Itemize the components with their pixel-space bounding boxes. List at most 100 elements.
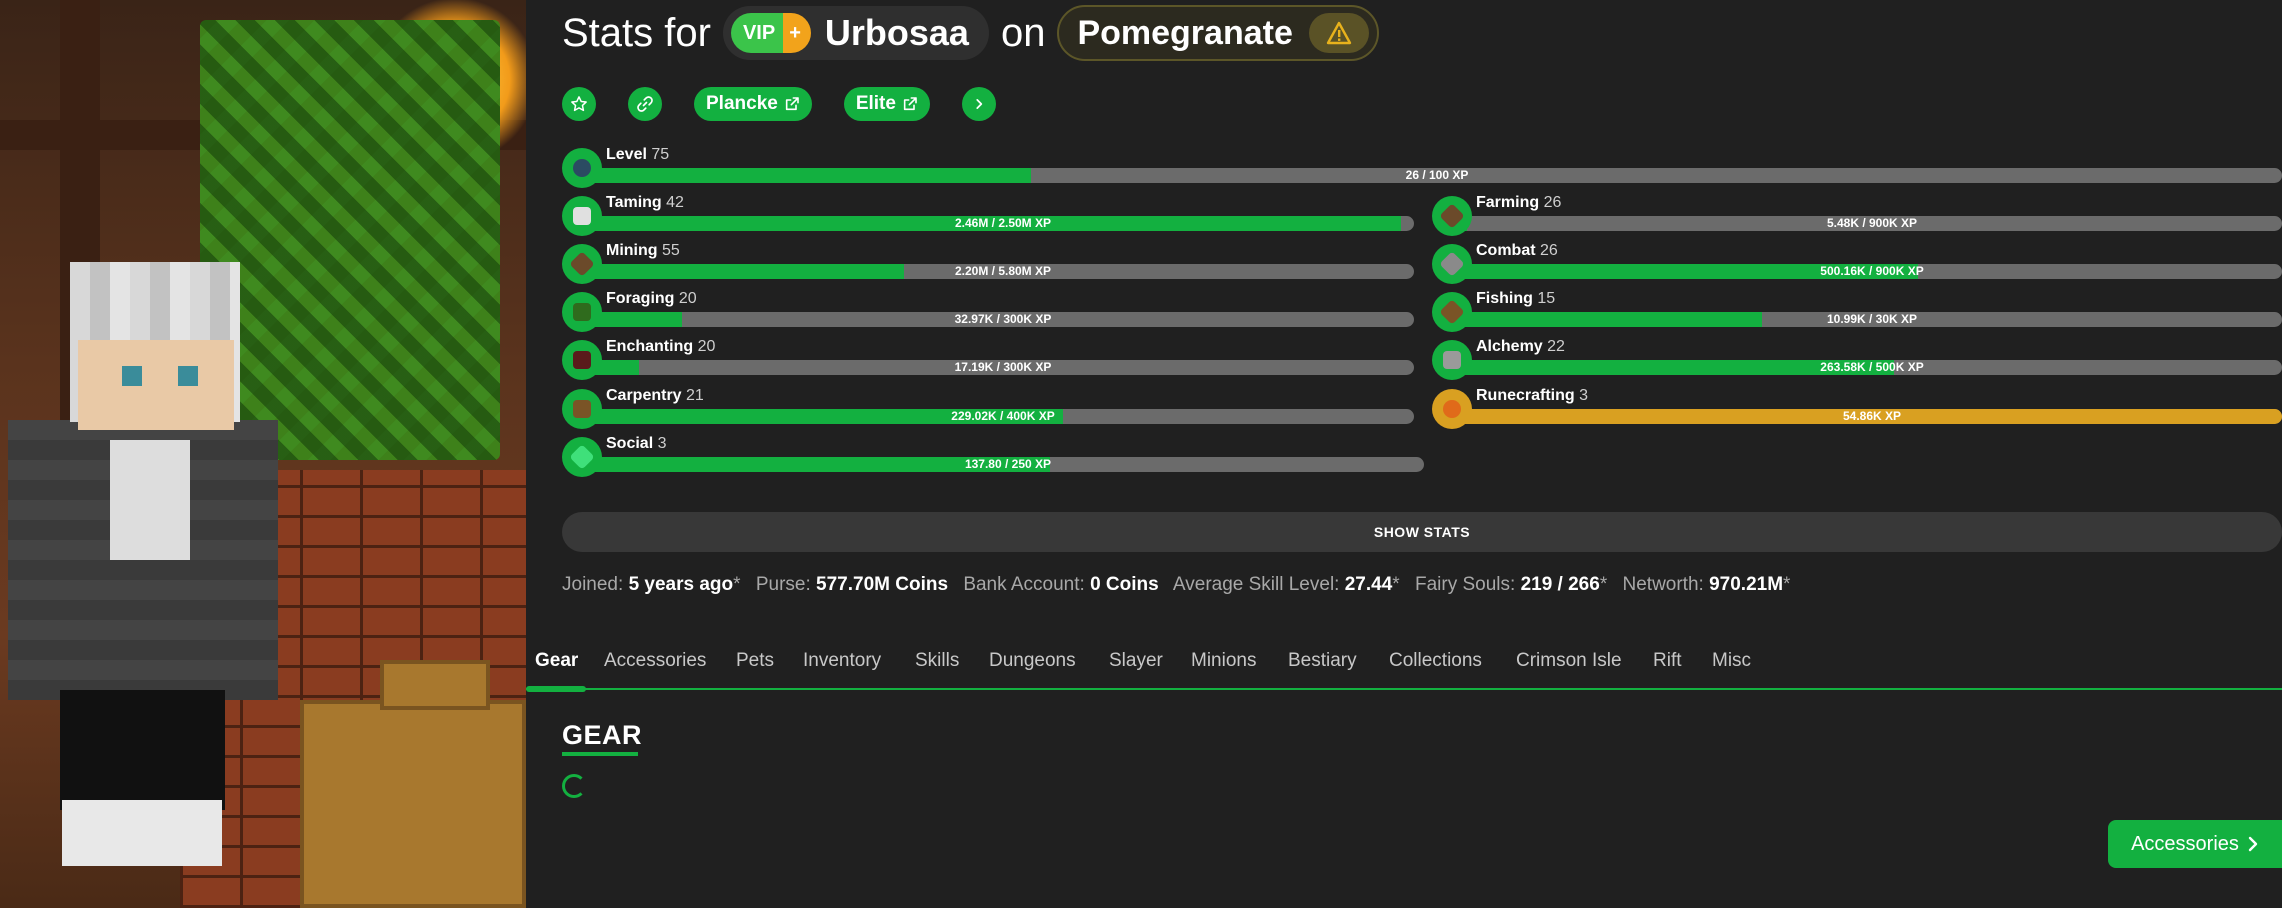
link-icon xyxy=(637,96,653,112)
elite-link-button[interactable]: Elite xyxy=(843,87,930,121)
skill-level-number: 55 xyxy=(662,242,680,259)
fairy-souls-label: Fairy Souls: xyxy=(1414,574,1516,595)
tab-misc[interactable]: Misc xyxy=(1712,646,1751,686)
skill-xp-text: 2.20M / 5.80M XP xyxy=(954,264,1052,278)
profile-selector[interactable]: Pomegranate xyxy=(1057,5,1379,61)
skill-xp-text: 54.86K XP xyxy=(1842,409,1902,423)
rank-badge: VIP + xyxy=(730,13,811,53)
joined-footnote-mark[interactable]: * xyxy=(733,574,740,595)
favorite-button[interactable] xyxy=(562,87,596,121)
tab-slayer[interactable]: Slayer xyxy=(1109,646,1163,686)
tab-rift[interactable]: Rift xyxy=(1653,646,1682,686)
skill-name: Level xyxy=(606,146,647,163)
skill-farming[interactable]: Farming 26 5.48K / 900K XP xyxy=(1432,194,2282,238)
chevron-right-icon xyxy=(976,99,983,109)
skin-eye-right xyxy=(178,366,198,386)
skill-progress-bar: 54.86K XP xyxy=(1462,409,2282,424)
skill-name: Enchanting xyxy=(606,338,694,355)
fairy-souls-footnote-mark[interactable]: * xyxy=(1600,574,1607,595)
skill-progress-bar: 2.20M / 5.80M XP xyxy=(592,264,1414,279)
loading-spinner-icon xyxy=(562,774,586,798)
tab-minions[interactable]: Minions xyxy=(1191,646,1256,686)
skill-name: Farming xyxy=(1476,194,1540,211)
active-tab-indicator xyxy=(526,686,586,692)
pickaxe-icon xyxy=(562,244,602,284)
skill-progress-bar: 26 / 100 XP xyxy=(592,168,2282,183)
skill-foraging[interactable]: Foraging 20 32.97K / 300K XP xyxy=(562,290,1422,334)
skill-alchemy[interactable]: Alchemy 22 263.58K / 500K XP xyxy=(1432,338,2282,382)
profile-info-row: Joined: 5 years ago* Purse: 577.70M Coin… xyxy=(562,574,1790,596)
skill-level-number: 15 xyxy=(1537,290,1556,307)
skill-label: Farming 26 xyxy=(1476,194,1561,212)
tab-skills[interactable]: Skills xyxy=(915,646,959,686)
joined-value: 5 years ago xyxy=(628,574,734,595)
networth-footnote-mark[interactable]: * xyxy=(1783,574,1790,595)
skill-runecrafting[interactable]: Runecrafting 3 54.86K XP xyxy=(1432,387,2282,431)
skin-legs xyxy=(60,690,225,810)
skill-label: Level 75 xyxy=(606,146,669,164)
skill-level-number: 21 xyxy=(686,387,704,404)
player-name-pill[interactable]: VIP + Urbosaa xyxy=(722,6,989,60)
networth-value: 970.21M xyxy=(1709,574,1784,595)
hoe-icon xyxy=(1432,196,1472,236)
tab-pets[interactable]: Pets xyxy=(736,646,774,686)
skill-xp-text: 2.46M / 2.50M XP xyxy=(954,216,1052,230)
average-skill-footnote-mark[interactable]: * xyxy=(1392,574,1399,595)
skill-carpentry[interactable]: Carpentry 21 229.02K / 400K XP xyxy=(562,387,1422,431)
skill-xp-text: 32.97K / 300K XP xyxy=(954,312,1052,326)
profile-name: Pomegranate xyxy=(1077,13,1293,52)
section-title: GEAR xyxy=(562,720,643,750)
tab-crimson-isle[interactable]: Crimson Isle xyxy=(1516,646,1622,686)
title-on: on xyxy=(1000,10,1046,55)
skill-progress-bar: 229.02K / 400K XP xyxy=(592,409,1414,424)
skin-face xyxy=(78,340,234,430)
skill-mining[interactable]: Mining 55 2.20M / 5.80M XP xyxy=(562,242,1422,286)
purse-value: 577.70M Coins xyxy=(816,574,949,595)
bank-value: 0 Coins xyxy=(1090,574,1159,595)
tab-bestiary[interactable]: Bestiary xyxy=(1288,646,1357,686)
next-section-button[interactable]: Accessories xyxy=(2108,820,2282,868)
section-title-underline xyxy=(562,752,638,756)
background-bench-top xyxy=(380,660,490,710)
show-stats-button[interactable]: SHOW STATS xyxy=(562,512,2282,552)
purse-label: Purse: xyxy=(755,574,811,595)
skill-taming[interactable]: Taming 42 2.46M / 2.50M XP xyxy=(562,194,1422,238)
average-skill-label: Average Skill Level: xyxy=(1172,574,1340,595)
tab-inventory[interactable]: Inventory xyxy=(803,646,881,686)
skill-level-number: 3 xyxy=(1579,387,1589,404)
skill-fishing[interactable]: Fishing 15 10.99K / 30K XP xyxy=(1432,290,2282,334)
skill-level-number: 42 xyxy=(666,194,684,211)
skill-xp-text: 26 / 100 XP xyxy=(1405,168,1469,182)
page-title: Stats for VIP + Urbosaa on Pomegranate xyxy=(562,2,1379,64)
next-section-label: Accessories xyxy=(2131,832,2239,855)
sword-icon xyxy=(1432,244,1472,284)
copy-link-button[interactable] xyxy=(628,87,662,121)
crafting-table-icon xyxy=(562,389,602,429)
emerald-icon xyxy=(562,437,602,477)
tab-accessories[interactable]: Accessories xyxy=(604,646,706,686)
skill-xp-text: 500.16K / 900K XP xyxy=(1820,264,1924,278)
plancke-link-button[interactable]: Plancke xyxy=(694,87,812,121)
tab-dungeons[interactable]: Dungeons xyxy=(989,646,1076,686)
brewing-stand-icon xyxy=(1432,340,1472,380)
skill-label: Carpentry 21 xyxy=(606,387,704,405)
tab-gear[interactable]: Gear xyxy=(535,646,578,686)
chevron-right-icon xyxy=(2248,836,2258,852)
skill-enchanting[interactable]: Enchanting 20 17.19K / 300K XP xyxy=(562,338,1422,382)
skill-label: Taming 42 xyxy=(606,194,684,212)
skill-name: Carpentry xyxy=(606,387,682,404)
skill-level[interactable]: Level 75 26 / 100 XP xyxy=(562,146,2282,190)
skill-progress-bar: 32.97K / 300K XP xyxy=(592,312,1414,327)
skill-name: Social xyxy=(606,435,654,452)
skill-progress-bar: 500.16K / 900K XP xyxy=(1462,264,2282,279)
more-links-button[interactable] xyxy=(961,87,996,121)
skill-level-number: 20 xyxy=(697,338,716,355)
skill-combat[interactable]: Combat 26 500.16K / 900K XP xyxy=(1432,242,2282,286)
skill-level-number: 26 xyxy=(1543,194,1562,211)
skill-xp-text: 137.80 / 250 XP xyxy=(964,457,1052,471)
profile-warning-button[interactable] xyxy=(1308,13,1369,53)
skill-social[interactable]: Social 3 137.80 / 250 XP xyxy=(562,435,1432,479)
skill-xp-text: 10.99K / 30K XP xyxy=(1826,312,1918,326)
elite-label: Elite xyxy=(855,93,896,114)
tab-collections[interactable]: Collections xyxy=(1389,646,1482,686)
